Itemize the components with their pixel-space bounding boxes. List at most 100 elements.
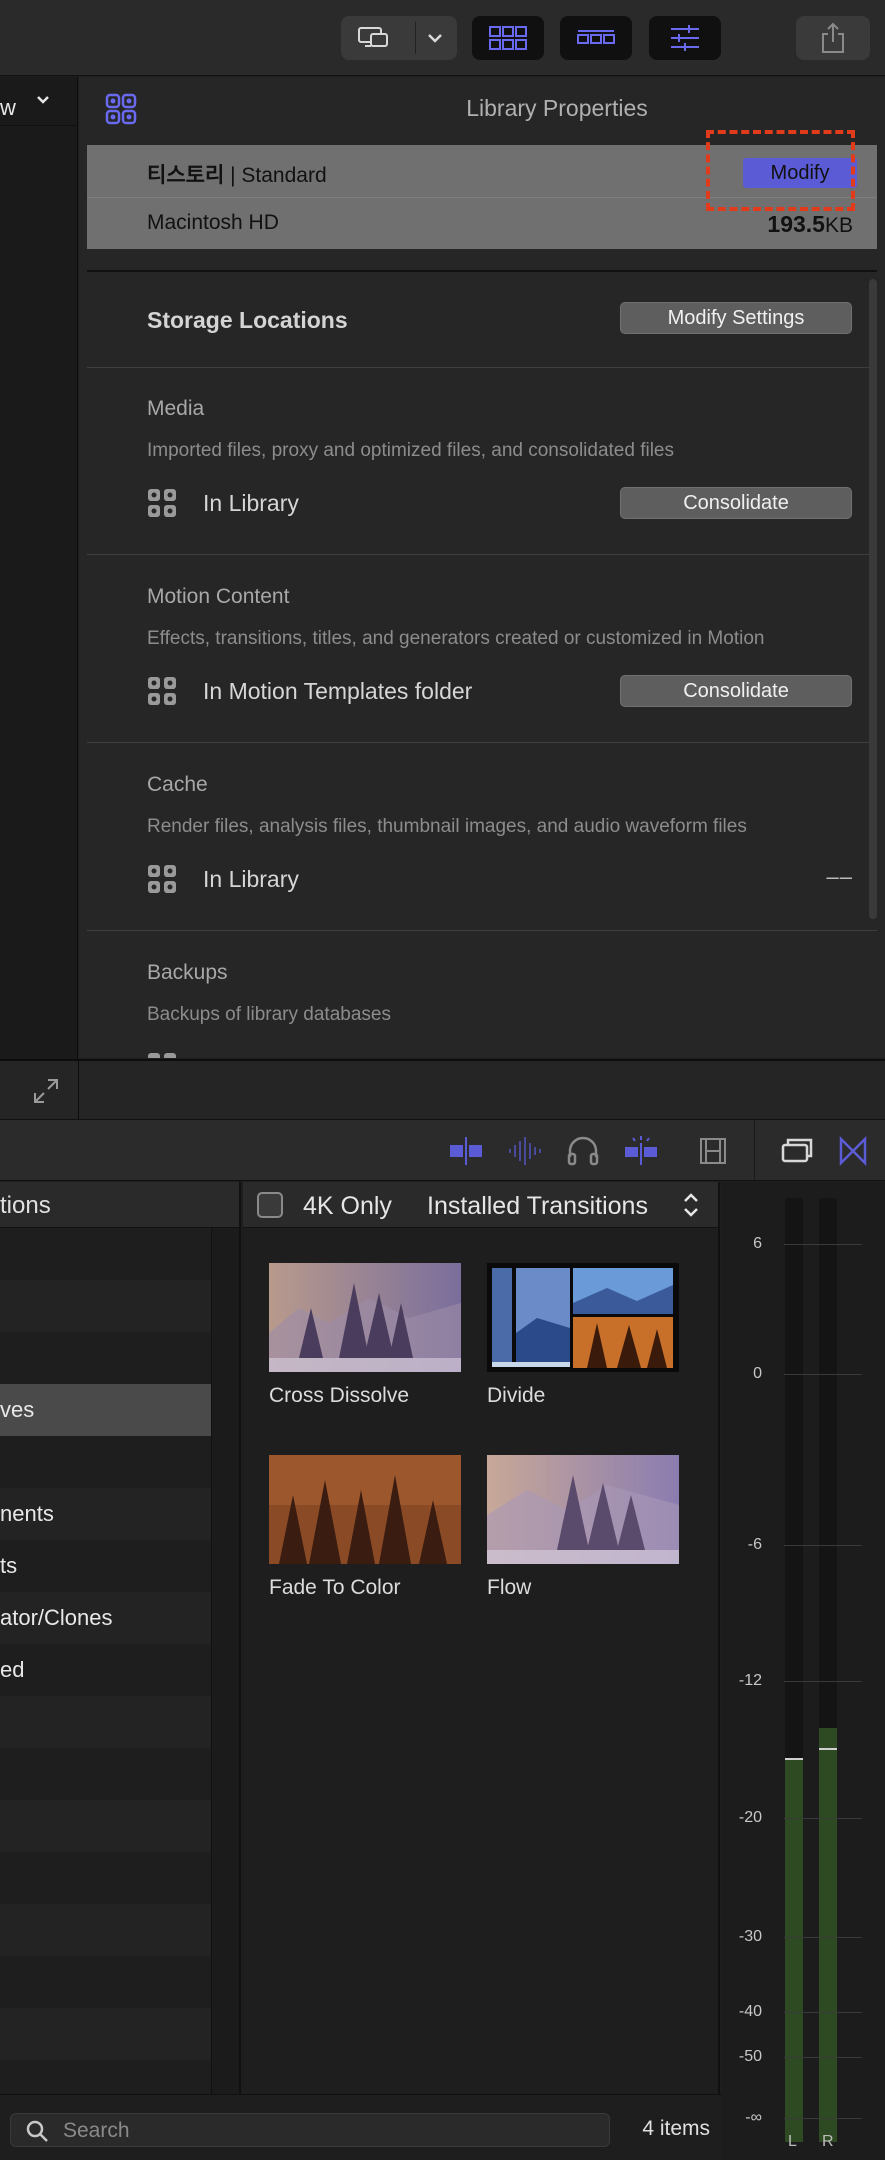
meter-scale-label: -40 bbox=[738, 2003, 762, 2020]
meter-scale-tick bbox=[784, 1818, 862, 1819]
meter-scale-label: -6 bbox=[747, 1536, 762, 1553]
category-list-item[interactable] bbox=[0, 1696, 211, 1748]
library-volume: Macintosh HD bbox=[147, 211, 279, 234]
transition-thumbnail[interactable] bbox=[487, 1263, 679, 1372]
transition-name: Divide bbox=[487, 1384, 546, 1407]
headphones-icon[interactable] bbox=[566, 1135, 600, 1172]
divider bbox=[754, 1120, 755, 1180]
divider bbox=[87, 742, 877, 743]
browser-search-bar: Search 4 items bbox=[0, 2094, 722, 2160]
library-location-icon bbox=[147, 488, 177, 523]
motion-content-description: Effects, transitions, titles, and genera… bbox=[147, 628, 765, 649]
category-list-item[interactable] bbox=[0, 1436, 211, 1488]
search-icon bbox=[25, 2119, 49, 2148]
expand-icon[interactable] bbox=[32, 1077, 60, 1110]
share-icon bbox=[819, 22, 847, 54]
modify-settings-button[interactable]: Modify Settings bbox=[620, 302, 852, 334]
storage-locations-title: Storage Locations bbox=[147, 307, 348, 333]
audio-meter-right-level bbox=[819, 1728, 837, 2142]
category-list-item[interactable] bbox=[0, 1228, 211, 1280]
clip-appearance-icon[interactable] bbox=[780, 1135, 814, 1172]
cache-title: Cache bbox=[147, 773, 208, 796]
filmstrip-icon[interactable] bbox=[699, 1135, 727, 1172]
transition-name: Flow bbox=[487, 1576, 532, 1599]
meter-scale-tick bbox=[784, 2057, 862, 2058]
consolidate-media-button[interactable]: Consolidate bbox=[620, 487, 852, 519]
skimming-icon[interactable] bbox=[621, 1135, 661, 1172]
audio-meter-left bbox=[785, 1198, 803, 2142]
category-list-item[interactable] bbox=[0, 1956, 211, 2008]
category-list-item[interactable] bbox=[0, 1332, 211, 1384]
transition-thumbnail[interactable] bbox=[269, 1455, 461, 1564]
category-list-item[interactable] bbox=[0, 1800, 211, 1852]
browser-grid-icon bbox=[488, 25, 528, 51]
category-list-item[interactable] bbox=[0, 1852, 211, 1904]
backups-title: Backups bbox=[147, 961, 228, 984]
library-inspector: Library Properties 티스토리 | Standard Modif… bbox=[79, 77, 885, 1058]
audio-waveform-icon[interactable] bbox=[506, 1135, 546, 1172]
category-list-item[interactable] bbox=[0, 1904, 211, 1956]
library-location-icon bbox=[147, 676, 177, 711]
divider bbox=[0, 125, 77, 126]
consolidate-motion-button[interactable]: Consolidate bbox=[620, 675, 852, 707]
inspector-scrollbar[interactable] bbox=[869, 279, 877, 919]
transition-name: Fade To Color bbox=[269, 1576, 401, 1599]
category-list-scrollbar[interactable] bbox=[211, 1228, 239, 2094]
browser-toggle-button[interactable] bbox=[472, 16, 544, 60]
4k-only-label: 4K Only bbox=[303, 1192, 392, 1220]
category-list-item[interactable]: ed bbox=[0, 1644, 211, 1696]
up-down-chevron-icon[interactable] bbox=[681, 1192, 701, 1223]
inspector-toggle-button[interactable] bbox=[649, 16, 721, 60]
items-count: 4 items bbox=[642, 2117, 710, 2140]
chevron-down-icon[interactable] bbox=[36, 93, 50, 112]
display-options-button[interactable] bbox=[341, 16, 457, 60]
divider bbox=[87, 930, 877, 931]
transition-name: Cross Dissolve bbox=[269, 1384, 410, 1407]
meter-left-label: L bbox=[788, 2133, 797, 2150]
category-list-item[interactable] bbox=[0, 1748, 211, 1800]
meter-scale-tick bbox=[784, 2118, 862, 2119]
meter-scale-label: -30 bbox=[738, 1928, 762, 1945]
search-input[interactable]: Search bbox=[10, 2113, 610, 2147]
timeline-toggle-button[interactable] bbox=[560, 16, 632, 60]
audio-meter-left-peak bbox=[785, 1758, 803, 1760]
divider bbox=[87, 270, 877, 272]
library-size-value: 193.5 bbox=[767, 211, 825, 237]
category-list-item[interactable] bbox=[0, 2008, 211, 2060]
category-list-item[interactable]: ts bbox=[0, 1540, 211, 1592]
audio-meters: 6 0 -6 -12 -20 -30 -40 -50 -∞ L R bbox=[722, 1182, 885, 2160]
divider bbox=[87, 554, 877, 555]
share-button[interactable] bbox=[796, 16, 870, 60]
inspector-title: Library Properties bbox=[466, 95, 648, 121]
transition-thumbnail[interactable] bbox=[487, 1455, 679, 1564]
library-location-icon bbox=[147, 1052, 177, 1058]
backups-description: Backups of library databases bbox=[147, 1004, 391, 1025]
category-list: tions ves nents ts ator/Clones ed bbox=[0, 1182, 241, 2094]
meter-scale-tick bbox=[784, 1545, 862, 1546]
library-size-unit: KB bbox=[824, 214, 853, 237]
library-sidebar-strip: w bbox=[0, 77, 78, 1119]
meter-scale-tick bbox=[784, 1244, 862, 1245]
cache-value: –– bbox=[826, 864, 853, 889]
audio-meter-right-peak bbox=[819, 1748, 837, 1750]
view-menu-label[interactable]: w bbox=[0, 95, 16, 121]
browser-toolbar bbox=[0, 1119, 885, 1181]
meter-scale-label: -50 bbox=[738, 2048, 762, 2065]
inspector-footer bbox=[0, 1059, 885, 1119]
library-size: 193.5KB bbox=[767, 211, 853, 238]
category-list-item[interactable] bbox=[0, 1280, 211, 1332]
search-placeholder: Search bbox=[63, 2119, 130, 2142]
video-clip-icon[interactable] bbox=[446, 1135, 486, 1172]
4k-only-checkbox[interactable] bbox=[257, 1192, 283, 1218]
category-list-item[interactable]: ves bbox=[0, 1384, 211, 1436]
transitions-grid: 4K Only Installed Transitions Cross Diss… bbox=[243, 1182, 720, 2094]
installed-transitions-popup[interactable]: Installed Transitions bbox=[427, 1192, 648, 1221]
transitions-browser-icon[interactable] bbox=[838, 1135, 868, 1172]
category-list-item[interactable]: nents bbox=[0, 1488, 211, 1540]
chevron-down-icon[interactable] bbox=[425, 28, 445, 48]
cache-location: In Library bbox=[203, 866, 299, 892]
transition-thumbnail[interactable] bbox=[269, 1263, 461, 1372]
divider bbox=[87, 367, 877, 368]
timeline-icon bbox=[576, 28, 616, 48]
category-list-item[interactable]: ator/Clones bbox=[0, 1592, 211, 1644]
